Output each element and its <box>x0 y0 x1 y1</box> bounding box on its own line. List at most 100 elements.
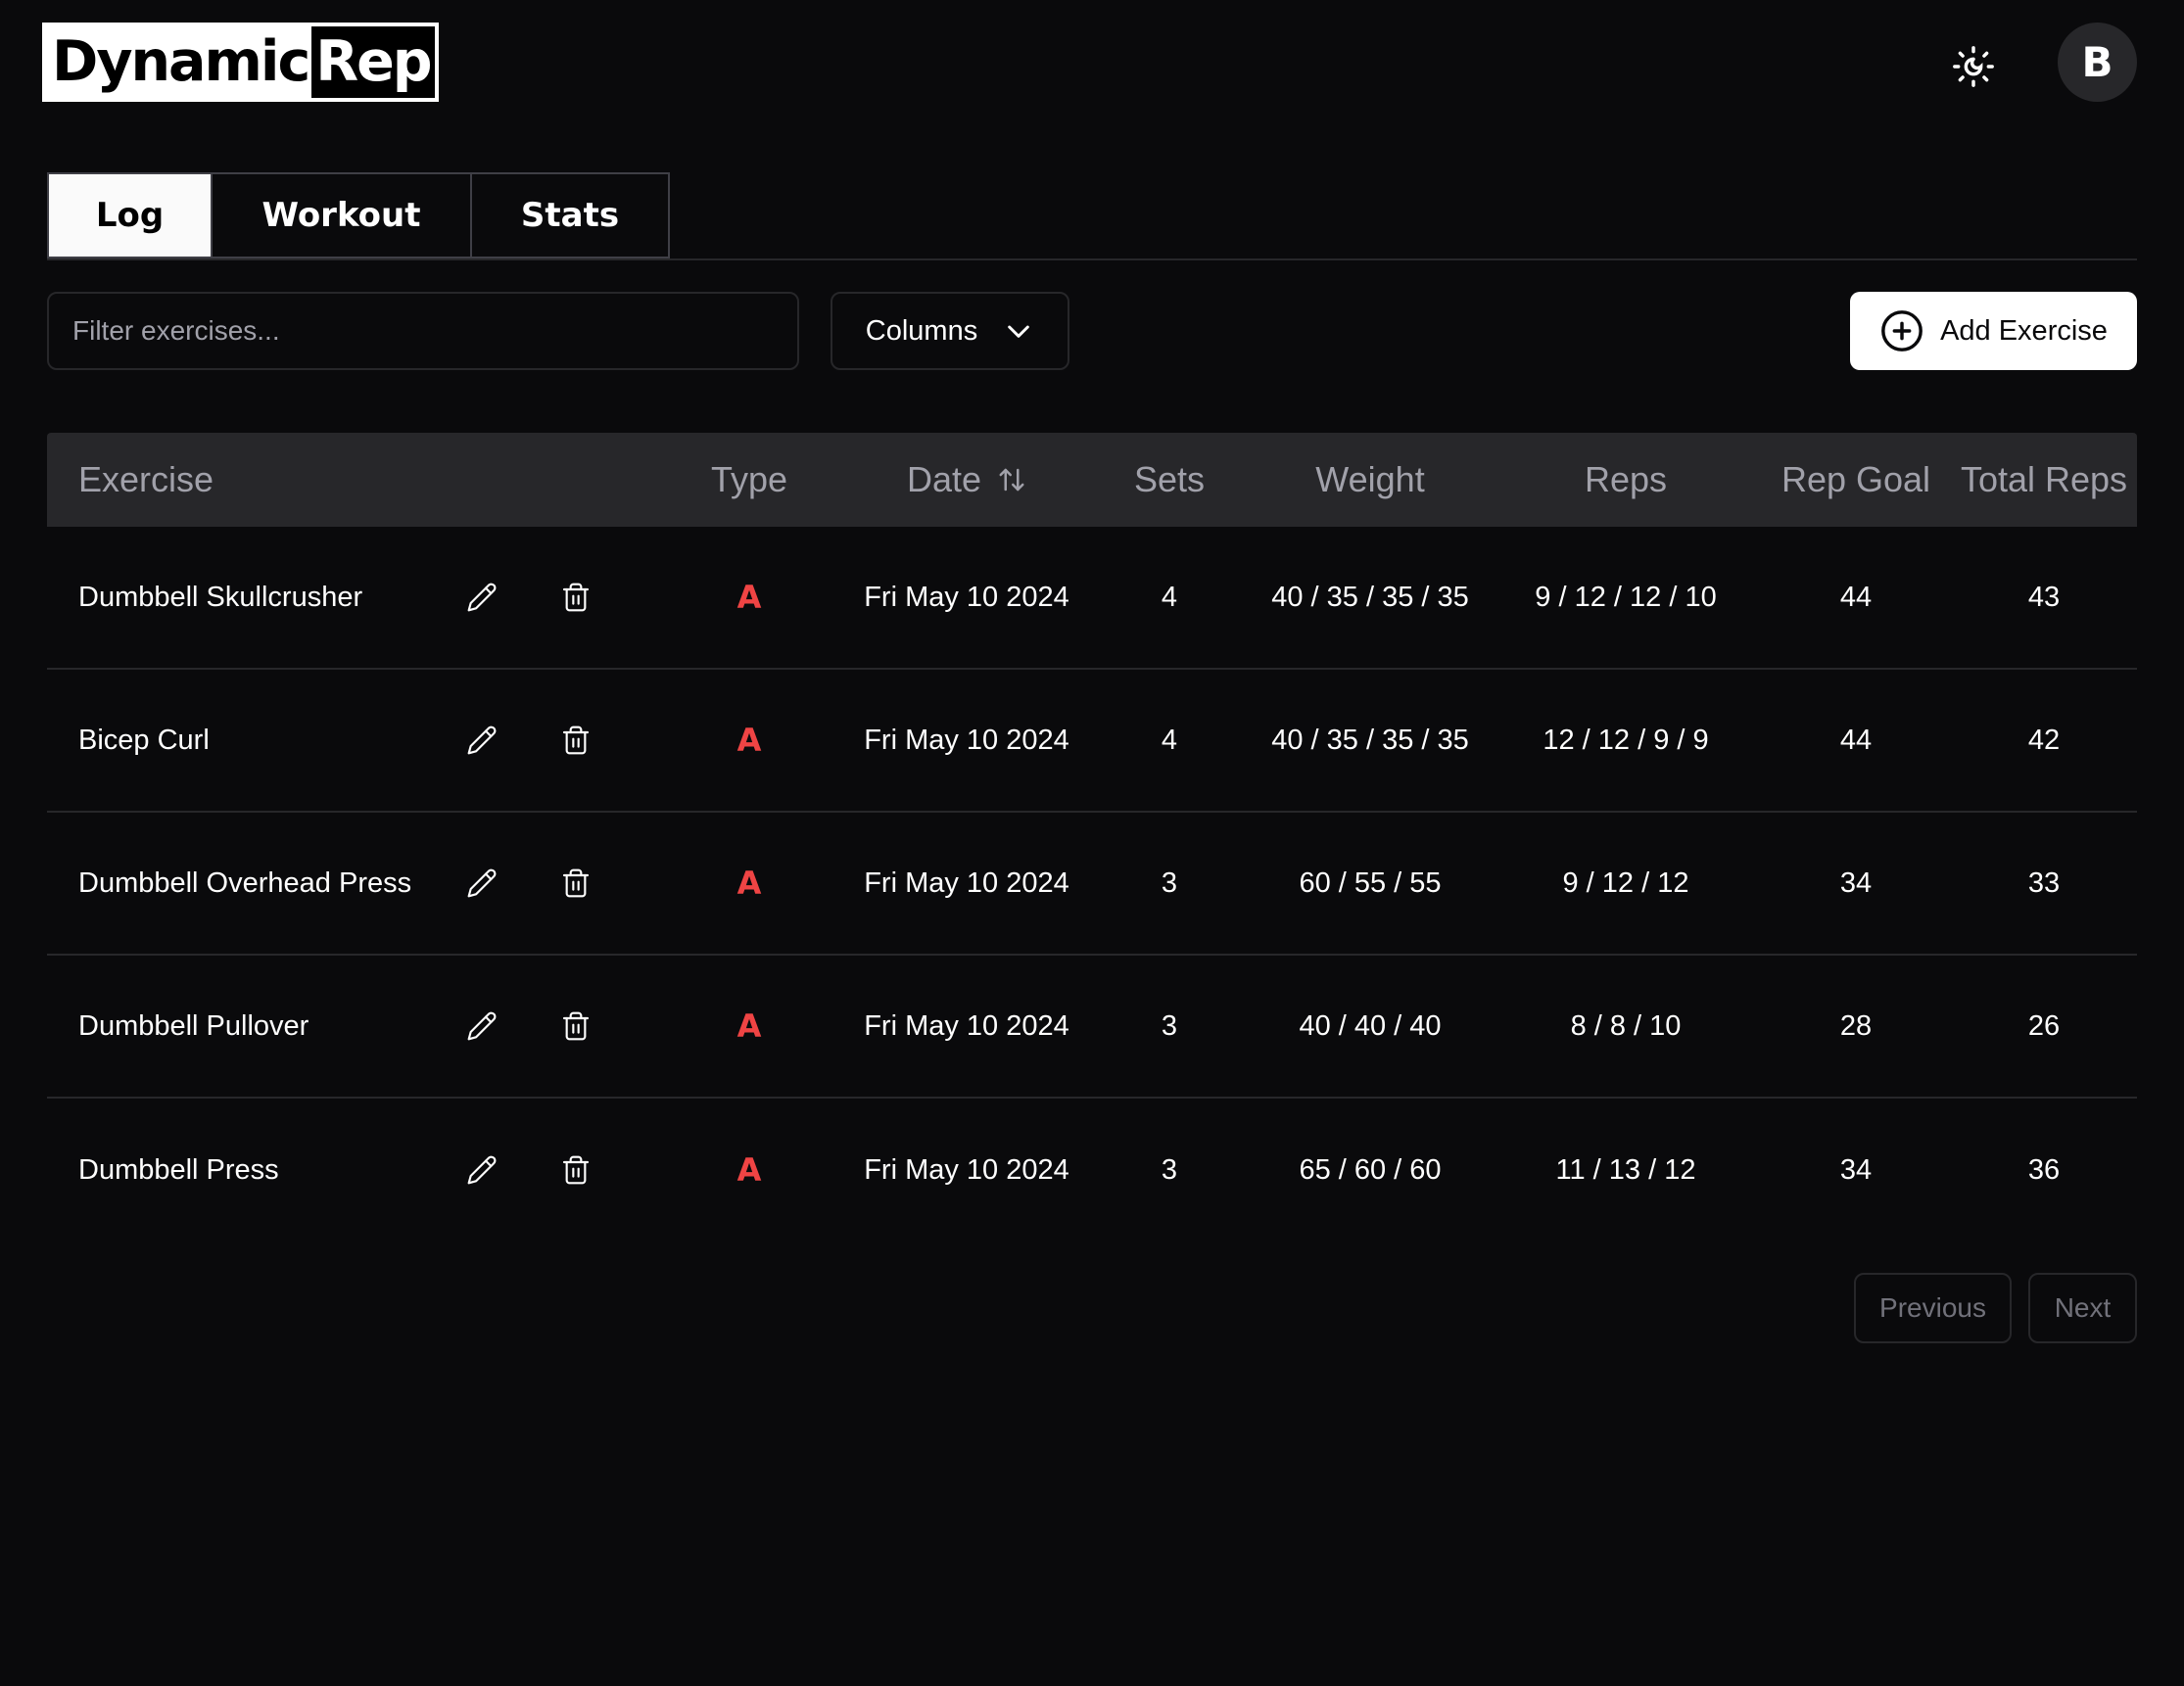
plus-circle-icon <box>1881 310 1923 351</box>
total-reps-cell: 36 <box>2027 1153 2061 1186</box>
table-row: Dumbbell Overhead Press A Fri May 10 202… <box>47 813 2137 956</box>
tab-stats[interactable]: Stats <box>472 174 668 257</box>
date-cell: Fri May 10 2024 <box>864 581 1069 613</box>
exercise-name: Bicep Curl <box>78 724 210 756</box>
column-header-date[interactable]: Date <box>844 459 1089 500</box>
edit-button[interactable] <box>451 852 513 914</box>
trash-icon <box>562 868 590 898</box>
column-header-weight: Weight <box>1315 459 1425 499</box>
weight-cell: 60 / 55 / 55 <box>1299 866 1442 899</box>
rep-goal-cell: 34 <box>1839 866 1873 899</box>
sets-cell: 3 <box>1161 1153 1178 1186</box>
sort-arrows-icon <box>999 468 1024 492</box>
logo-text-dynamic: Dynamic <box>46 26 312 98</box>
sets-cell: 3 <box>1161 866 1178 899</box>
columns-dropdown-button[interactable]: Columns <box>831 292 1069 370</box>
trash-icon <box>562 1155 590 1185</box>
reps-cell: 9 / 12 / 12 / 10 <box>1535 581 1717 613</box>
weight-cell: 40 / 35 / 35 / 35 <box>1271 724 1469 756</box>
edit-button[interactable] <box>451 709 513 772</box>
exercise-name: Dumbbell Skullcrusher <box>78 581 363 613</box>
exercise-name: Dumbbell Press <box>78 1153 279 1186</box>
edit-button[interactable] <box>451 995 513 1057</box>
sets-cell: 4 <box>1161 581 1178 613</box>
type-badge: A <box>736 579 762 616</box>
tabs-divider <box>47 258 2137 260</box>
total-reps-cell: 43 <box>2027 581 2061 613</box>
exercise-name: Dumbbell Overhead Press <box>78 866 412 899</box>
pencil-icon <box>467 868 497 898</box>
rep-goal-cell: 34 <box>1839 1153 1873 1186</box>
rep-goal-cell: 28 <box>1839 1009 1873 1042</box>
logo-text-rep: Rep <box>311 26 435 98</box>
reps-cell: 9 / 12 / 12 <box>1562 866 1689 899</box>
reps-cell: 11 / 13 / 12 <box>1555 1153 1696 1186</box>
delete-button[interactable] <box>545 709 607 772</box>
date-cell: Fri May 10 2024 <box>864 1153 1069 1186</box>
tab-workout[interactable]: Workout <box>213 174 472 257</box>
chevron-down-icon <box>1008 325 1030 338</box>
trash-icon <box>562 1011 590 1041</box>
type-badge: A <box>736 1151 762 1189</box>
type-badge: A <box>736 722 762 759</box>
tab-log[interactable]: Log <box>49 174 213 257</box>
exercise-cell: Dumbbell Press <box>47 1139 654 1201</box>
column-header-rep-goal: Rep Goal <box>1780 459 1931 499</box>
exercise-log-table: Exercise Type Date Sets Weight Reps Rep … <box>47 433 2137 1241</box>
edit-button[interactable] <box>451 1139 513 1201</box>
sets-cell: 3 <box>1161 1009 1178 1042</box>
delete-button[interactable] <box>545 852 607 914</box>
column-header-type: Type <box>710 459 788 499</box>
column-header-reps: Reps <box>1584 459 1668 499</box>
main-tabs: Log Workout Stats <box>47 172 670 258</box>
next-page-button[interactable]: Next <box>2028 1273 2137 1343</box>
total-reps-cell: 42 <box>2027 724 2061 756</box>
delete-button[interactable] <box>545 995 607 1057</box>
app-logo[interactable]: Dynamic Rep <box>42 23 439 102</box>
weight-cell: 40 / 40 / 40 <box>1299 1009 1442 1042</box>
exercise-name: Dumbbell Pullover <box>78 1009 309 1042</box>
add-exercise-button[interactable]: Add Exercise <box>1850 292 2137 370</box>
pencil-icon <box>467 1011 497 1041</box>
exercise-cell: Bicep Curl <box>47 709 654 772</box>
exercise-cell: Dumbbell Pullover <box>47 995 654 1057</box>
date-cell: Fri May 10 2024 <box>864 866 1069 899</box>
rep-goal-cell: 44 <box>1839 581 1873 613</box>
reps-cell: 8 / 8 / 10 <box>1570 1009 1682 1042</box>
type-badge: A <box>736 1007 762 1045</box>
weight-cell: 65 / 60 / 60 <box>1299 1153 1442 1186</box>
table-row: Bicep Curl A Fri May 10 2024 4 40 / 35 /… <box>47 670 2137 813</box>
table-header-row: Exercise Type Date Sets Weight Reps Rep … <box>47 433 2137 527</box>
pencil-icon <box>467 583 497 612</box>
total-reps-cell: 33 <box>2027 866 2061 899</box>
delete-button[interactable] <box>545 1139 607 1201</box>
table-row: Dumbbell Skullcrusher A Fri May 10 2024 … <box>47 527 2137 670</box>
column-header-date-label: Date <box>906 459 982 499</box>
add-exercise-label: Add Exercise <box>1940 314 2108 347</box>
user-avatar[interactable]: B <box>2058 23 2137 102</box>
delete-button[interactable] <box>545 566 607 629</box>
table-row: Dumbbell Press A Fri May 10 2024 3 65 / … <box>47 1099 2137 1241</box>
sets-cell: 4 <box>1161 724 1178 756</box>
trash-icon <box>562 726 590 755</box>
filter-exercises-input[interactable] <box>47 292 799 370</box>
column-header-exercise: Exercise <box>78 459 214 499</box>
rep-goal-cell: 44 <box>1839 724 1873 756</box>
exercise-cell: Dumbbell Skullcrusher <box>47 566 654 629</box>
column-header-sets: Sets <box>1133 459 1206 499</box>
type-badge: A <box>736 865 762 902</box>
pencil-icon <box>467 726 497 755</box>
date-cell: Fri May 10 2024 <box>864 724 1069 756</box>
theme-toggle-button[interactable] <box>1942 35 2005 98</box>
table-row: Dumbbell Pullover A Fri May 10 2024 3 40… <box>47 956 2137 1099</box>
weight-cell: 40 / 35 / 35 / 35 <box>1271 581 1469 613</box>
sun-moon-icon <box>1953 46 1994 87</box>
trash-icon <box>562 583 590 612</box>
columns-label: Columns <box>865 314 978 347</box>
total-reps-cell: 26 <box>2027 1009 2061 1042</box>
date-cell: Fri May 10 2024 <box>864 1009 1069 1042</box>
exercise-cell: Dumbbell Overhead Press <box>47 852 654 914</box>
pencil-icon <box>467 1155 497 1185</box>
edit-button[interactable] <box>451 566 513 629</box>
previous-page-button[interactable]: Previous <box>1854 1273 2012 1343</box>
